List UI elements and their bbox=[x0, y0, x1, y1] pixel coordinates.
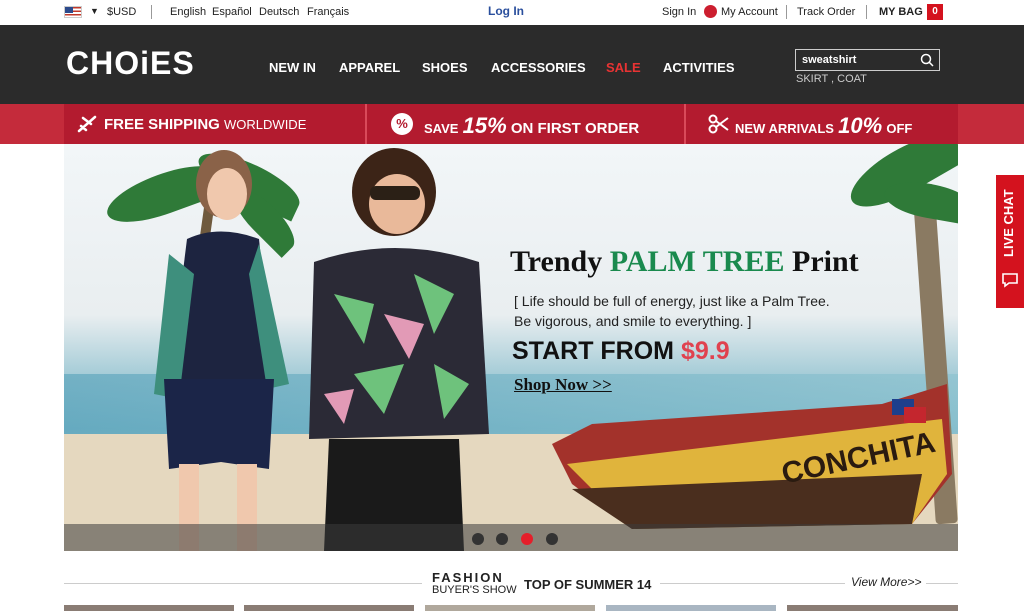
carousel-dot-2[interactable] bbox=[496, 533, 508, 545]
section-top-of-summer: TOP OF SUMMER 14 bbox=[524, 577, 652, 592]
hero-headline: Trendy PALM TREE Print bbox=[510, 245, 859, 279]
account-icon[interactable] bbox=[704, 5, 717, 18]
section-divider-right bbox=[926, 583, 958, 584]
site-header: CHOiES NEW IN APPAREL SHOES ACCESSORIES … bbox=[0, 25, 1024, 104]
sign-in-link[interactable]: Sign In bbox=[662, 6, 696, 18]
nav-accessories[interactable]: ACCESSORIES bbox=[491, 60, 586, 75]
carousel-dot-3-active[interactable] bbox=[521, 533, 533, 545]
currency-selector[interactable]: $USD bbox=[107, 6, 136, 18]
us-flag-icon[interactable] bbox=[64, 6, 82, 18]
search-value: sweatshirt bbox=[802, 54, 857, 66]
headline-highlight: PALM TREE bbox=[609, 245, 785, 278]
start-from-label: START FROM bbox=[512, 337, 675, 365]
divider bbox=[151, 5, 152, 19]
nav-shoes[interactable]: SHOES bbox=[422, 60, 468, 75]
login-link[interactable]: Log In bbox=[488, 4, 524, 18]
divider bbox=[866, 5, 867, 19]
product-thumbnail[interactable] bbox=[787, 605, 958, 611]
nav-new-in[interactable]: NEW IN bbox=[269, 60, 316, 75]
hero-subtext-line2: Be vigorous, and smile to everything. ] bbox=[514, 313, 752, 329]
hero-subtext-line1: [ Life should be full of energy, just li… bbox=[514, 293, 830, 309]
headline-pre: Trendy bbox=[510, 245, 603, 278]
section-divider-mid bbox=[660, 583, 845, 584]
carousel-dot-1[interactable] bbox=[472, 533, 484, 545]
model-image-right bbox=[309, 148, 489, 551]
site-logo[interactable]: CHOiES bbox=[66, 45, 195, 82]
divider bbox=[786, 5, 787, 19]
product-thumbnail[interactable] bbox=[244, 605, 414, 611]
promo-arrivals-pct: 10% bbox=[838, 113, 883, 138]
scissors-icon bbox=[708, 114, 729, 134]
promo-save-pct: 15% bbox=[462, 113, 507, 138]
promo-free-shipping[interactable]: FREE SHIPPING WORLDWIDE bbox=[64, 104, 364, 144]
promo-save-first-order[interactable]: % SAVE 15% ON FIRST ORDER bbox=[367, 104, 685, 144]
view-more-link[interactable]: View More>> bbox=[851, 575, 921, 589]
model-image-left bbox=[154, 150, 289, 551]
promo-new-arrivals[interactable]: NEW ARRIVALS 10% OFF bbox=[686, 104, 958, 144]
section-divider-left bbox=[64, 583, 422, 584]
nav-sale[interactable]: SALE bbox=[606, 60, 641, 75]
nav-activities[interactable]: ACTIVITIES bbox=[663, 60, 735, 75]
product-thumbnail[interactable] bbox=[425, 605, 595, 611]
section-buyers-show: BUYER'S SHOW bbox=[432, 584, 517, 596]
headline-post: Print bbox=[792, 245, 859, 278]
promo-bar: FREE SHIPPING WORLDWIDE % SAVE 15% ON FI… bbox=[64, 104, 958, 144]
promo-arrivals-post: OFF bbox=[886, 121, 913, 136]
search-icon[interactable] bbox=[919, 52, 935, 68]
live-chat-label: LIVE CHAT bbox=[1001, 189, 1016, 257]
hero-start-price: START FROM $9.9 bbox=[512, 337, 730, 366]
hot-search-terms[interactable]: SKIRT , COAT bbox=[796, 73, 867, 85]
promo-shipping-bold: FREE SHIPPING bbox=[104, 116, 220, 133]
track-order-link[interactable]: Track Order bbox=[797, 6, 855, 18]
bag-count-badge[interactable]: 0 bbox=[927, 4, 943, 20]
language-francais[interactable]: Français bbox=[307, 6, 349, 18]
search-input[interactable]: sweatshirt bbox=[795, 49, 940, 71]
price-value: $9.9 bbox=[680, 337, 730, 365]
carousel-indicator-bar bbox=[64, 524, 958, 551]
section-fashion-title: FASHION bbox=[432, 570, 504, 585]
language-espanol[interactable]: Español bbox=[212, 6, 252, 18]
plane-icon bbox=[77, 115, 97, 133]
promo-save-pre: SAVE bbox=[424, 121, 459, 136]
chat-bubble-icon bbox=[1002, 273, 1018, 288]
promo-shipping-rest: WORLDWIDE bbox=[224, 117, 307, 132]
nav-apparel[interactable]: APPAREL bbox=[339, 60, 400, 75]
boat-image: CONCHITA bbox=[552, 384, 952, 529]
my-bag-link[interactable]: MY BAG bbox=[879, 6, 923, 18]
live-chat-tab[interactable]: LIVE CHAT bbox=[996, 175, 1024, 308]
carousel-dot-4[interactable] bbox=[546, 533, 558, 545]
product-thumbnail[interactable] bbox=[606, 605, 776, 611]
hero-banner[interactable]: Trendy PALM TREE Print [ Life should be … bbox=[64, 144, 958, 551]
promo-arrivals-pre: NEW ARRIVALS bbox=[735, 121, 834, 136]
product-thumbnail[interactable] bbox=[64, 605, 234, 611]
chevron-down-icon[interactable]: ▼ bbox=[90, 6, 99, 16]
my-account-link[interactable]: My Account bbox=[721, 6, 778, 18]
promo-save-post: ON FIRST ORDER bbox=[510, 120, 640, 137]
hero-subtext: [ Life should be full of energy, just li… bbox=[514, 291, 874, 331]
language-deutsch[interactable]: Deutsch bbox=[259, 6, 299, 18]
top-utility-bar: ▼ $USD English Español Deutsch Français … bbox=[0, 0, 1024, 25]
language-english[interactable]: English bbox=[170, 6, 206, 18]
percent-icon: % bbox=[391, 113, 413, 135]
